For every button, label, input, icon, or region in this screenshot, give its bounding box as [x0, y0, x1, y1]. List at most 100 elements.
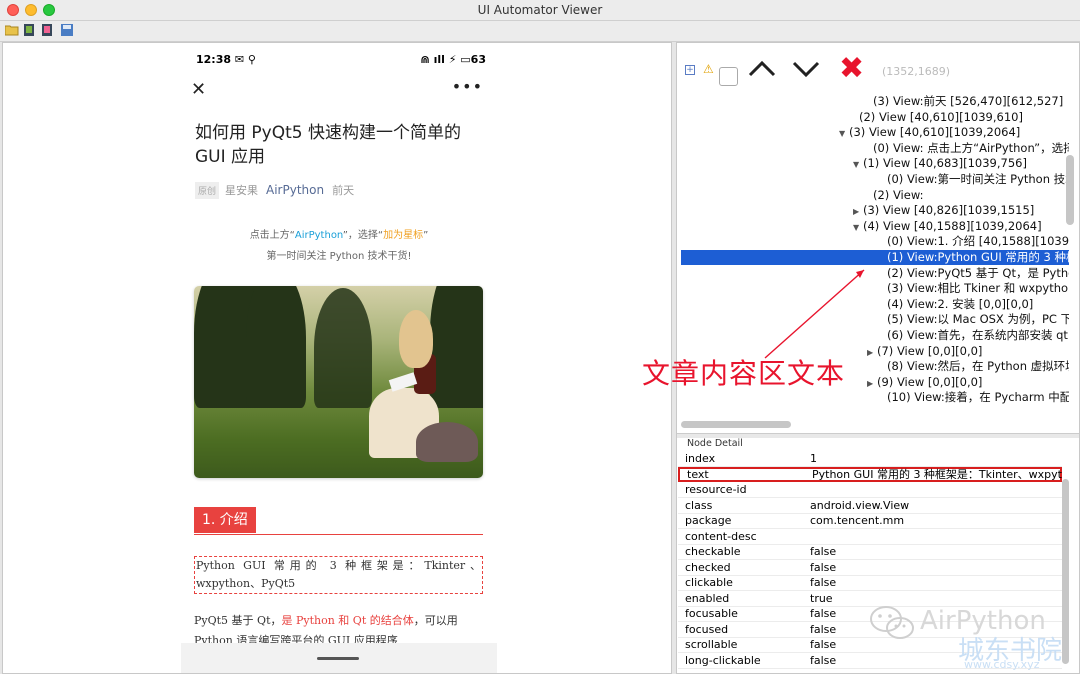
- expand-arrow-icon[interactable]: ▶: [867, 376, 877, 391]
- tree-node-label: (2) View:: [873, 187, 924, 202]
- clear-search-icon[interactable]: ✖: [839, 54, 864, 84]
- detail-row-clickable[interactable]: clickable false: [678, 575, 1062, 591]
- tree-node-label: (8) View:然后，在 Python 虚拟环境下: [887, 359, 1069, 374]
- tree-node[interactable]: ▼ (4) View [40,1588][1039,2064]: [853, 219, 1042, 234]
- detail-key: enabled: [685, 591, 730, 605]
- tree-node[interactable]: (1) View:Python GUI 常用的 3 种框架是: [681, 250, 1069, 265]
- tree-node[interactable]: (10) View:接着，在 Pycharm 中配置: [877, 390, 1069, 405]
- tree-node[interactable]: (2) View [40,610][1039,610]: [849, 110, 1023, 125]
- tree-node-label: (4) View:2. 安装 [0,0][0,0]: [887, 296, 1034, 311]
- tree-node[interactable]: (3) View:相比 Tkiner 和 wxpython，: [877, 281, 1069, 296]
- detail-row-checked[interactable]: checked false: [678, 560, 1062, 576]
- node-detail-legend: Node Detail: [687, 438, 743, 449]
- tree-node[interactable]: ▶ (3) View [40,826][1039,1515]: [853, 203, 1034, 218]
- section-heading: 1. 介绍: [194, 507, 483, 535]
- tree-node[interactable]: (2) View:PyQt5 基于 Qt，是 Python 和: [877, 266, 1069, 281]
- intro-account-highlight: AirPython: [294, 230, 343, 241]
- detail-key: resource-id: [685, 483, 747, 496]
- tree-node[interactable]: ▼ (1) View [40,683][1039,756]: [853, 156, 1027, 171]
- tree-shape: [246, 286, 306, 408]
- detail-key: focusable: [685, 607, 738, 620]
- collapse-arrow-icon[interactable]: ▼: [853, 220, 863, 235]
- annotation-label: 文章内容区文本: [642, 357, 846, 390]
- expand-all-icon[interactable]: +: [685, 65, 695, 75]
- tree-node-label: (2) View:PyQt5 基于 Qt，是 Python 和: [887, 265, 1069, 280]
- detail-key: index: [685, 452, 716, 465]
- tree-node[interactable]: (4) View:2. 安装 [0,0][0,0]: [877, 297, 1033, 312]
- tree-node[interactable]: (2) View:: [863, 188, 923, 203]
- tree-node[interactable]: (0) View:第一时间关注 Python 技术干货!: [877, 172, 1069, 187]
- tree-node[interactable]: (5) View:以 Mac OSX 为例，PC 下的: [877, 312, 1069, 327]
- tree-node-label: (3) View:前天 [526,470][612,527]: [873, 94, 1064, 108]
- detail-value: false: [810, 607, 837, 620]
- more-options-icon[interactable]: •••: [452, 77, 483, 96]
- open-folder-icon[interactable]: [5, 24, 19, 36]
- tree-node-label: (0) View: 点击上方“AirPython”，选择“加为星标”: [873, 140, 1069, 155]
- tree-node-label: (7) View [0,0][0,0]: [877, 343, 983, 358]
- close-icon[interactable]: ✕: [191, 79, 206, 100]
- detail-value: android.view.View: [810, 498, 910, 512]
- device-screenshot-compressed-icon[interactable]: [41, 24, 55, 36]
- status-icons: ⋒ ıll ⚡ ▭63: [420, 53, 486, 66]
- figure-rock: [416, 422, 478, 462]
- tree-node-label: (0) View:第一时间关注 Python 技术干货!: [887, 172, 1069, 186]
- previous-node-icon[interactable]: [747, 57, 777, 81]
- publish-time: 前天: [332, 184, 355, 197]
- tree-node[interactable]: ▼ (3) View [40,610][1039,2064]: [839, 125, 1020, 140]
- tree-vertical-scrollbar[interactable]: [1066, 155, 1074, 225]
- detail-row-resource-id[interactable]: resource-id: [678, 482, 1062, 498]
- detail-key: checked: [685, 560, 731, 574]
- tree-node-label: (2) View [40,610][1039,610]: [859, 109, 1023, 124]
- wechat-icon: [870, 606, 914, 639]
- warning-icon[interactable]: ⚠: [703, 62, 714, 76]
- tree-shape: [314, 288, 372, 408]
- detail-value: false: [810, 653, 837, 667]
- tree-horizontal-scrollbar[interactable]: [681, 421, 791, 428]
- expand-arrow-icon[interactable]: ▶: [867, 345, 877, 360]
- window-title: UI Automator Viewer: [477, 3, 603, 17]
- tree-node[interactable]: (0) View: 点击上方“AirPython”，选择“加为星标”: [863, 141, 1069, 156]
- hierarchy-toolbar: + ⚠ ✖ (1352,1689): [677, 43, 1079, 93]
- collapse-arrow-icon[interactable]: ▼: [839, 126, 849, 141]
- detail-row-package[interactable]: package com.tencent.mm: [678, 513, 1062, 529]
- device-screenshot-icon[interactable]: [23, 24, 37, 36]
- toggle-nafs-checkbox[interactable]: [719, 67, 738, 86]
- status-time: 12:38 ✉ ⚲: [196, 53, 256, 66]
- account-link[interactable]: AirPython: [266, 183, 324, 197]
- detail-row-checkable[interactable]: checkable false: [678, 544, 1062, 560]
- tree-node-label: (10) View:接着，在 Pycharm 中配置: [887, 390, 1069, 405]
- tree-node[interactable]: ▶ (9) View [0,0][0,0]: [867, 375, 982, 390]
- save-icon[interactable]: [60, 24, 74, 36]
- tree-shape: [430, 286, 483, 408]
- article-title: 如何用 PyQt5 快速构建一个简单的 GUI 应用: [195, 123, 461, 167]
- detail-value: true: [810, 591, 833, 605]
- expand-arrow-icon[interactable]: ▶: [853, 204, 863, 219]
- detail-row-index[interactable]: index 1: [678, 451, 1062, 467]
- tree-node-label: (3) View [40,826][1039,1515]: [863, 203, 1035, 218]
- detail-row-content-desc[interactable]: content-desc: [678, 529, 1062, 545]
- detail-key: scrollable: [685, 638, 738, 651]
- detail-scrollbar[interactable]: [1062, 479, 1069, 664]
- collapse-arrow-icon[interactable]: ▼: [853, 157, 863, 172]
- detail-row-class[interactable]: class android.view.View: [678, 498, 1062, 514]
- tree-node[interactable]: ▶ (7) View [0,0][0,0]: [867, 344, 982, 359]
- detail-value: false: [810, 560, 837, 574]
- tree-node[interactable]: (3) View:前天 [526,470][612,527]: [863, 94, 1063, 109]
- detail-value: false: [810, 576, 837, 589]
- para-emphasis: 是 Python 和 Qt 的结合体: [281, 614, 414, 627]
- detail-row-text[interactable]: text Python GUI 常用的 3 种框架是：Tkinter、wxpyt: [678, 466, 1062, 482]
- tree-node[interactable]: (6) View:首先，在系统内部安装 qt 应用: [877, 328, 1069, 343]
- detail-key: checkable: [685, 545, 741, 558]
- screenshot-pane[interactable]: 12:38 ✉ ⚲ ⋒ ıll ⚡ ▭63 ✕ ••• 如何用 PyQt5 快速…: [2, 42, 672, 674]
- detail-value: com.tencent.mm: [810, 514, 905, 527]
- tree-node[interactable]: (0) View:1. 介绍 [40,1588][1039,1660]: [877, 234, 1069, 249]
- selected-node-highlight[interactable]: Python GUI 常用的 3 种框架是：Tkinter、wxpython、P…: [194, 556, 483, 594]
- author-name: 星安果: [225, 184, 259, 197]
- tree-node-label: (9) View [0,0][0,0]: [877, 374, 983, 389]
- tree-node[interactable]: (8) View:然后，在 Python 虚拟环境下: [877, 359, 1069, 374]
- original-badge: 原创: [195, 182, 220, 199]
- next-node-icon[interactable]: [791, 57, 821, 81]
- tree-node-label: (1) View:Python GUI 常用的 3 种框架是: [887, 250, 1069, 264]
- tree-node-label: (6) View:首先，在系统内部安装 qt 应用: [887, 328, 1069, 342]
- intro-star-highlight: 加为星标: [383, 230, 424, 241]
